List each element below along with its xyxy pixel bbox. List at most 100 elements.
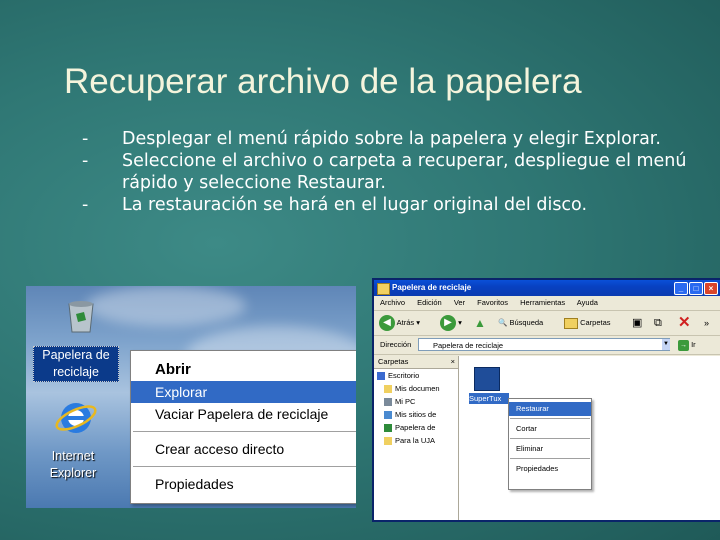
tree-item-para-la-uja[interactable]: Para la UJA (374, 434, 458, 447)
recycle-bin-context-menu: Abrir Explorar Vaciar Papelera de recicl… (130, 350, 356, 504)
forward-arrow-icon: ▶ (440, 315, 456, 332)
explorer-body: Carpetas × Escritorio Mis documen Mi PC … (374, 356, 720, 520)
bullet-marker: - (82, 129, 89, 149)
address-label: Dirección (380, 340, 412, 349)
slide-title: Recuperar archivo de la papelera (64, 62, 582, 101)
menu-herramientas[interactable]: Herramientas (520, 298, 565, 307)
search-icon: 🔍 (498, 318, 508, 327)
folder-icon (384, 437, 392, 446)
go-label: Ir (691, 340, 696, 349)
computer-icon (384, 398, 392, 407)
back-arrow-icon: ◀ (379, 315, 395, 332)
back-button[interactable]: ◀ Atrás ▾ (379, 314, 420, 332)
tree-item-label: Mis documen (395, 384, 440, 393)
tree-item-mis-documentos[interactable]: Mis documen (374, 382, 458, 395)
tree-close-icon[interactable]: × (451, 356, 458, 368)
bullet-marker: - (82, 151, 89, 171)
tree-header-label: Carpetas (378, 357, 409, 366)
bullet-text: La restauración se hará en el lugar orig… (122, 195, 588, 215)
recycle-bin-label-line: Papelera de (42, 348, 110, 362)
recycle-bin-icon[interactable] (64, 298, 98, 334)
ie-label-line: Explorer (49, 466, 97, 480)
menu-item-restaurar[interactable]: Restaurar (509, 402, 591, 416)
menu-item-propiedades[interactable]: Propiedades (509, 462, 591, 476)
bullet-marker: - (82, 195, 89, 215)
toolbar: ◀ Atrás ▾ ▶ ▾ ▲ 🔍 Búsqueda Carpetas ▣ ⧉ … (374, 311, 720, 336)
window-titlebar[interactable]: Papelera de reciclaje _ □ × (374, 280, 720, 296)
delete-icon[interactable]: ✕ (678, 314, 691, 332)
tree-item-escritorio[interactable]: Escritorio (374, 369, 458, 382)
tree-item-mi-pc[interactable]: Mi PC (374, 395, 458, 408)
file-context-menu: Restaurar Cortar Eliminar Propiedades (508, 398, 592, 490)
menu-ver[interactable]: Ver (454, 298, 465, 307)
menu-separator (510, 458, 590, 459)
address-dropdown-icon[interactable]: ▼ (662, 339, 670, 350)
toolbar-overflow-icon[interactable]: » (704, 314, 709, 332)
close-button[interactable]: × (704, 282, 718, 295)
folder-icon (377, 283, 390, 295)
forward-button[interactable]: ▶ ▾ (440, 314, 462, 332)
minimize-button[interactable]: _ (674, 282, 688, 295)
back-label: Atrás (396, 318, 415, 327)
maximize-button[interactable]: □ (689, 282, 703, 295)
tree-item-label: Para la UJA (395, 436, 436, 445)
tree-item-label: Papelera de (395, 423, 436, 432)
internet-explorer-icon[interactable] (54, 396, 98, 440)
menu-item-propiedades[interactable]: Propiedades (131, 473, 356, 495)
tree-header: Carpetas × (374, 356, 458, 369)
folder-icon (384, 385, 392, 394)
recycle-bin-icon (384, 424, 392, 433)
internet-explorer-label[interactable]: Internet Explorer (38, 448, 108, 482)
bullet-item: - Desplegar el menú rápido sobre la pape… (78, 128, 698, 150)
tree-item-label: Escritorio (388, 371, 420, 380)
address-value: Papelera de reciclaje (433, 341, 504, 350)
file-label[interactable]: SuperTux (469, 393, 509, 404)
menu-item-eliminar[interactable]: Eliminar (509, 442, 591, 456)
menu-edicion[interactable]: Edición (417, 298, 442, 307)
address-input[interactable]: Papelera de reciclaje (418, 338, 670, 351)
menu-item-explorar[interactable]: Explorar (131, 381, 356, 403)
bullet-item: - Seleccione el archivo o carpeta a recu… (78, 150, 698, 194)
folders-button[interactable]: Carpetas (564, 314, 611, 332)
recycle-bin-label[interactable]: Papelera de reciclaje (33, 346, 119, 382)
bullet-text: Seleccione el archivo o carpeta a recupe… (122, 151, 687, 193)
menu-separator (510, 438, 590, 439)
folder-tree: Carpetas × Escritorio Mis documen Mi PC … (374, 356, 459, 520)
folders-icon (564, 317, 578, 329)
bullet-list: - Desplegar el menú rápido sobre la pape… (78, 128, 698, 216)
tree-item-papelera[interactable]: Papelera de (374, 421, 458, 434)
tree-item-mis-sitios[interactable]: Mis sitios de (374, 408, 458, 421)
address-bar: Dirección Papelera de reciclaje ▼ → Ir (374, 336, 720, 355)
menu-item-abrir[interactable]: Abrir (131, 359, 356, 381)
menu-ayuda[interactable]: Ayuda (577, 298, 598, 307)
shortcut-file-icon[interactable] (474, 367, 500, 391)
menu-separator (510, 418, 590, 419)
menu-archivo[interactable]: Archivo (380, 298, 405, 307)
go-button[interactable]: → Ir (678, 338, 696, 351)
folders-label: Carpetas (580, 318, 611, 327)
bullet-text: Desplegar el menú rápido sobre la papele… (122, 129, 661, 149)
window-title: Papelera de reciclaje (392, 283, 472, 292)
go-arrow-icon: → (678, 339, 689, 351)
search-button[interactable]: 🔍 Búsqueda (498, 314, 543, 332)
desktop-icon (377, 372, 385, 381)
tree-item-label: Mis sitios de (395, 410, 437, 419)
move-to-icon[interactable]: ▣ (632, 314, 642, 332)
copy-to-icon[interactable]: ⧉ (654, 314, 662, 332)
recycle-bin-label-line: reciclaje (53, 365, 99, 379)
menu-item-cortar[interactable]: Cortar (509, 422, 591, 436)
network-icon (384, 411, 392, 420)
up-folder-icon[interactable]: ▲ (474, 314, 486, 332)
search-label: Búsqueda (509, 318, 544, 327)
explorer-window: Papelera de reciclaje _ □ × Archivo Edic… (372, 278, 720, 522)
menu-item-vaciar[interactable]: Vaciar Papelera de reciclaje (131, 403, 356, 425)
menu-bar: Archivo Edición Ver Favoritos Herramient… (374, 296, 720, 311)
menu-separator (133, 431, 356, 432)
bullet-item: - La restauración se hará en el lugar or… (78, 194, 698, 216)
desktop-screenshot: Papelera de reciclaje Internet Explorer … (26, 286, 356, 508)
menu-item-crear-acceso[interactable]: Crear acceso directo (131, 438, 356, 460)
ie-label-line: Internet (51, 449, 95, 463)
tree-item-label: Mi PC (395, 397, 416, 406)
menu-favoritos[interactable]: Favoritos (477, 298, 508, 307)
menu-separator (133, 466, 356, 467)
